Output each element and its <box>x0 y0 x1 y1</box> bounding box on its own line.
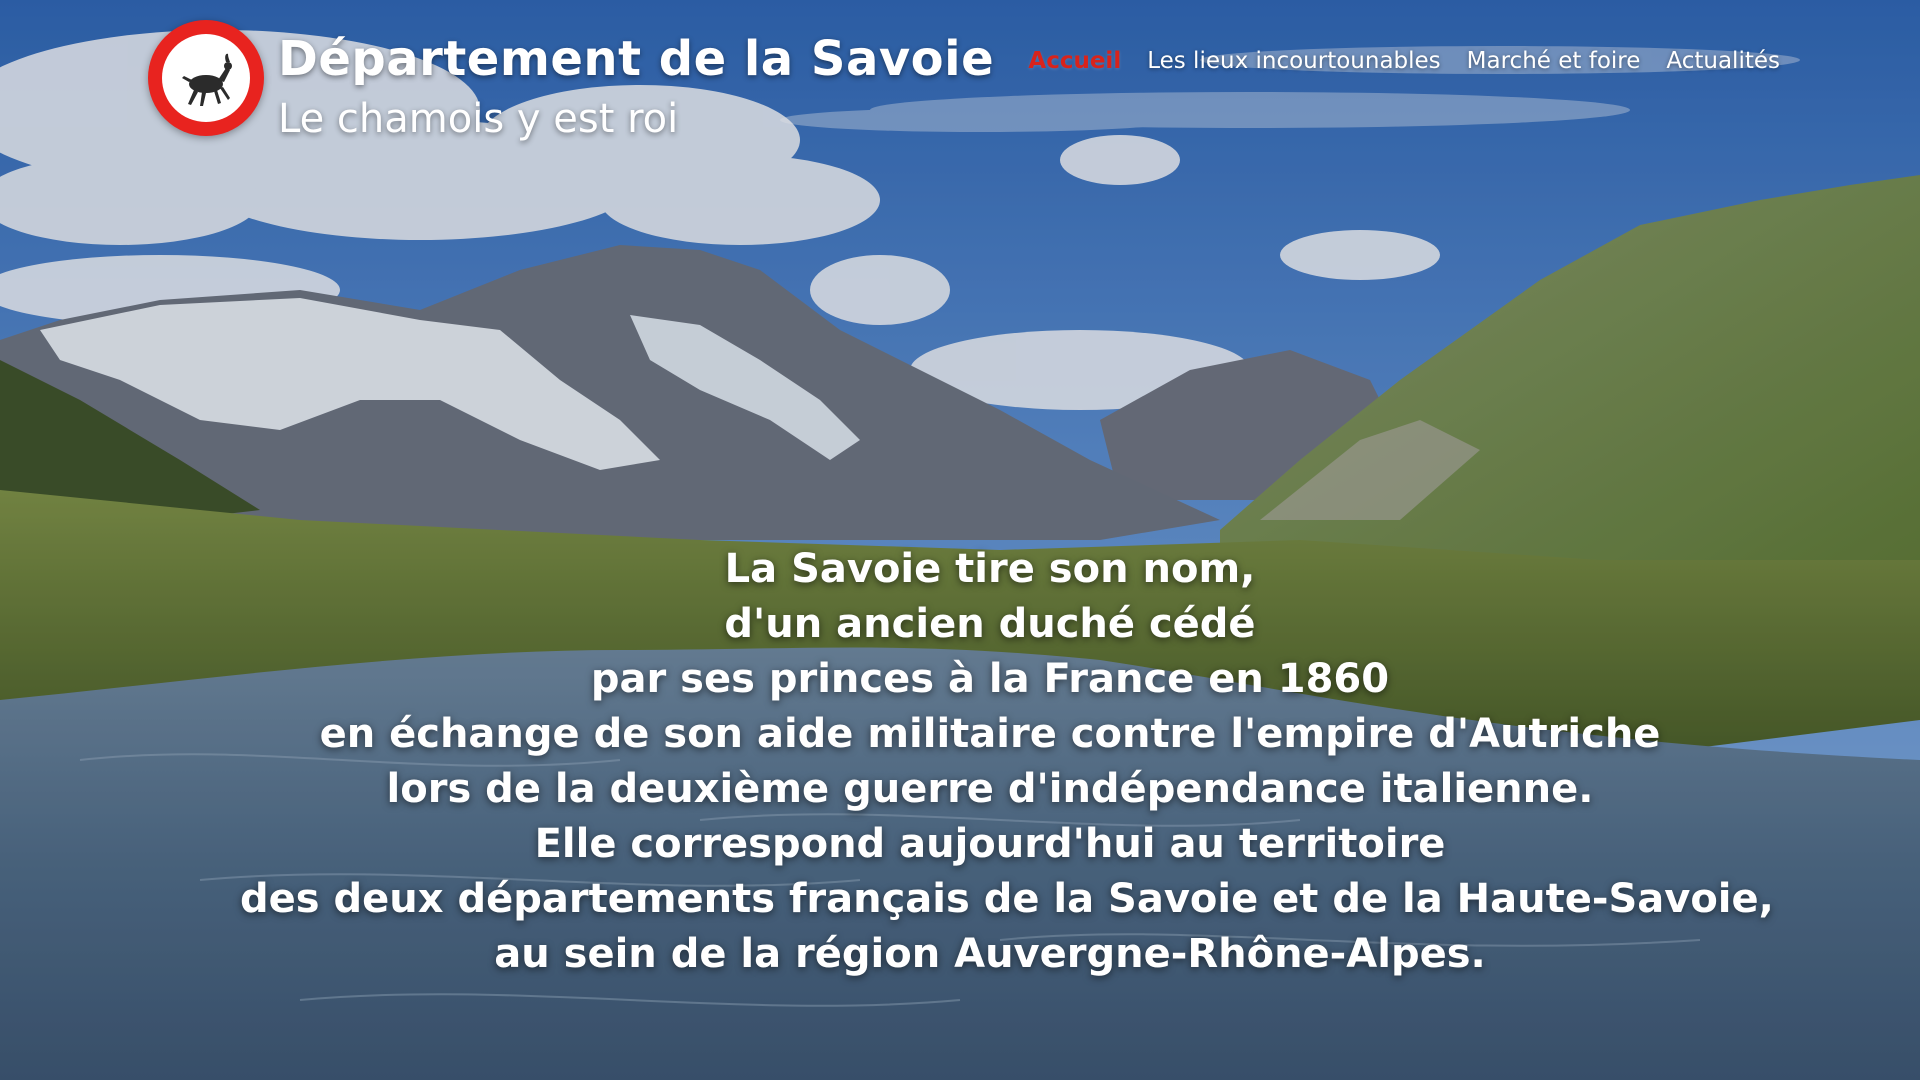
intro-text-block: La Savoie tire son nom, d'un ancien duch… <box>240 542 1774 982</box>
chamois-logo-icon[interactable] <box>148 20 264 136</box>
intro-line: La Savoie tire son nom, <box>724 546 1256 592</box>
intro-line: au sein de la région Auvergne-Rhône-Alpe… <box>494 931 1486 977</box>
intro-line: des deux départements français de la Sav… <box>240 876 1774 922</box>
nav-link-lieux-incourtounables[interactable]: Les lieux incourtounables <box>1147 48 1440 74</box>
nav-link-accueil[interactable]: Accueil <box>1028 48 1121 74</box>
site-header: Département de la Savoie Le chamois y es… <box>0 0 1920 160</box>
intro-line: lors de la deuxième guerre d'indépendanc… <box>386 766 1594 812</box>
nav-link-marche-et-foire[interactable]: Marché et foire <box>1467 48 1641 74</box>
intro-line: Elle correspond aujourd'hui au territoir… <box>534 821 1446 867</box>
intro-line: en échange de son aide militaire contre … <box>319 711 1661 757</box>
intro-line: par ses princes à la France en 1860 <box>590 656 1390 702</box>
site-subtitle: Le chamois y est roi <box>278 96 679 142</box>
intro-line: d'un ancien duché cédé <box>724 601 1256 647</box>
site-title: Département de la Savoie <box>278 31 995 87</box>
main-navigation: Accueil Les lieux incourtounables Marché… <box>1028 42 1780 80</box>
nav-link-actualites[interactable]: Actualités <box>1666 48 1780 74</box>
